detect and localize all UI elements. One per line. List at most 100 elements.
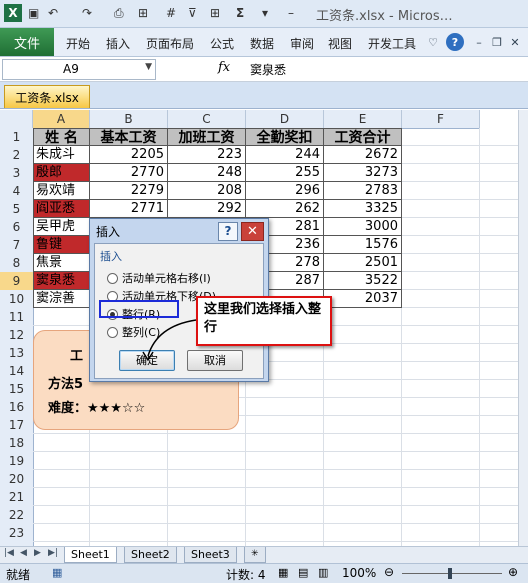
row-header[interactable]: 6 [0, 218, 34, 237]
table-cell[interactable]: 2279 [90, 182, 168, 200]
undo-icon[interactable]: ↶ [48, 4, 58, 22]
table-cell[interactable]: 1576 [324, 236, 402, 254]
sheet-tab-3[interactable]: Sheet3 [184, 547, 237, 563]
excel-icon[interactable]: X [4, 4, 22, 22]
zoom-slider[interactable] [402, 573, 502, 574]
vertical-scrollbar[interactable] [518, 110, 528, 546]
table-cell[interactable]: 248 [168, 164, 246, 182]
table-cell[interactable]: 244 [246, 146, 324, 164]
row-header[interactable]: 4 [0, 182, 34, 201]
zoom-level[interactable]: 100% [342, 566, 376, 580]
table-cell[interactable]: 2037 [324, 290, 402, 308]
ribbon-collapse-icon[interactable]: ♡ [424, 33, 442, 51]
row-header[interactable]: 12 [0, 326, 34, 345]
minimize-icon[interactable]: – [470, 33, 488, 51]
option-shift-right[interactable]: 活动单元格右移(I) [107, 270, 211, 286]
row-header[interactable]: 14 [0, 362, 34, 381]
zoom-in-icon[interactable]: ⊕ [508, 565, 518, 579]
file-tab[interactable]: 文件 [0, 28, 54, 56]
table-cell[interactable]: 2672 [324, 146, 402, 164]
row-header[interactable]: 11 [0, 308, 34, 327]
restore-icon[interactable]: ❐ [488, 33, 506, 51]
select-all-corner[interactable] [0, 110, 33, 129]
radio-icon[interactable] [107, 272, 118, 284]
tab-insert[interactable]: 插入 [106, 35, 130, 52]
formula-input[interactable]: 窦泉悉 [250, 61, 286, 78]
zoom-slider-thumb[interactable] [448, 568, 452, 579]
row-header[interactable]: 1 [0, 128, 34, 147]
column-header[interactable]: A [33, 110, 90, 129]
row-header[interactable]: 9 [0, 272, 34, 291]
next-sheet-icon[interactable]: ▶ [34, 548, 41, 558]
table-cell[interactable]: 鲁键 [33, 236, 90, 254]
column-header[interactable]: C [168, 110, 246, 129]
table-cell[interactable]: 3325 [324, 200, 402, 218]
table-cell[interactable]: 吴甲虎 [33, 218, 90, 236]
workbook-tab[interactable]: 工资条.xlsx [4, 85, 90, 108]
borders-icon[interactable]: ⊞ [210, 4, 220, 22]
column-header[interactable]: D [246, 110, 324, 129]
table-cell[interactable]: 292 [168, 200, 246, 218]
table-header-cell[interactable]: 工资合计 [324, 128, 402, 146]
normal-view-icon[interactable]: ▦ [278, 566, 288, 579]
row-header[interactable]: 2 [0, 146, 34, 165]
close-icon[interactable]: ✕ [506, 33, 524, 51]
number-icon[interactable]: # [166, 4, 176, 22]
table-cell[interactable]: 2771 [90, 200, 168, 218]
table-cell[interactable]: 2770 [90, 164, 168, 182]
sheet-tab-1[interactable]: Sheet1 [64, 547, 117, 563]
table-cell[interactable]: 262 [246, 200, 324, 218]
table-cell[interactable]: 3522 [324, 272, 402, 290]
dropdown-icon[interactable]: ▾ [262, 4, 268, 22]
table-cell[interactable]: 朱成斗 [33, 146, 90, 164]
column-header[interactable]: F [402, 110, 480, 129]
row-header[interactable]: 22 [0, 506, 34, 525]
table-cell[interactable]: 殷郎 [33, 164, 90, 182]
last-sheet-icon[interactable]: ▶| [48, 548, 58, 558]
column-header[interactable]: B [90, 110, 168, 129]
row-header[interactable]: 15 [0, 380, 34, 399]
row-header[interactable]: 7 [0, 236, 34, 255]
table-cell[interactable]: 208 [168, 182, 246, 200]
table-cell[interactable]: 阎亚悉 [33, 200, 90, 218]
tab-view[interactable]: 视图 [328, 35, 352, 52]
table-cell[interactable]: 3000 [324, 218, 402, 236]
save-icon[interactable]: ▣ [28, 4, 39, 22]
minimize-icon[interactable]: – [288, 4, 294, 22]
table-cell[interactable]: 3273 [324, 164, 402, 182]
table-header-cell[interactable]: 姓 名 [33, 128, 90, 146]
tab-formulas[interactable]: 公式 [210, 35, 234, 52]
close-icon[interactable]: ✕ [241, 222, 264, 241]
table-header-cell[interactable]: 全勤奖扣 [246, 128, 324, 146]
table-cell[interactable]: 2205 [90, 146, 168, 164]
row-header[interactable]: 17 [0, 416, 34, 435]
column-header[interactable]: E [324, 110, 402, 129]
sheet-tab-2[interactable]: Sheet2 [124, 547, 177, 563]
row-header[interactable]: 21 [0, 488, 34, 507]
row-header[interactable]: 13 [0, 344, 34, 363]
row-header[interactable]: 10 [0, 290, 34, 309]
redo-icon[interactable]: ↷ [82, 4, 92, 22]
table-cell[interactable]: 易欢靖 [33, 182, 90, 200]
help-icon[interactable]: ? [446, 33, 464, 51]
name-box[interactable]: A9 ▼ [2, 59, 156, 80]
row-header[interactable]: 20 [0, 470, 34, 489]
table-cell[interactable]: 2501 [324, 254, 402, 272]
tab-developer[interactable]: 开发工具 [368, 35, 416, 52]
table-cell[interactable]: 296 [246, 182, 324, 200]
row-header[interactable]: 18 [0, 434, 34, 453]
table-cell[interactable]: 255 [246, 164, 324, 182]
filter-icon[interactable]: ⊽ [188, 4, 197, 22]
help-icon[interactable]: ? [218, 222, 238, 241]
page-break-view-icon[interactable]: ▥ [318, 566, 328, 579]
macro-record-icon[interactable]: ▦ [52, 566, 62, 579]
row-header[interactable]: 5 [0, 200, 34, 219]
page-layout-view-icon[interactable]: ▤ [298, 566, 308, 579]
print-preview-icon[interactable]: ⎙ [114, 4, 124, 22]
tab-page-layout[interactable]: 页面布局 [146, 35, 194, 52]
table-cell[interactable]: 窦泉悉 [33, 272, 90, 290]
table-header-cell[interactable]: 加班工资 [168, 128, 246, 146]
row-header[interactable]: 16 [0, 398, 34, 417]
tab-home[interactable]: 开始 [66, 35, 90, 52]
radio-icon[interactable] [107, 326, 118, 338]
